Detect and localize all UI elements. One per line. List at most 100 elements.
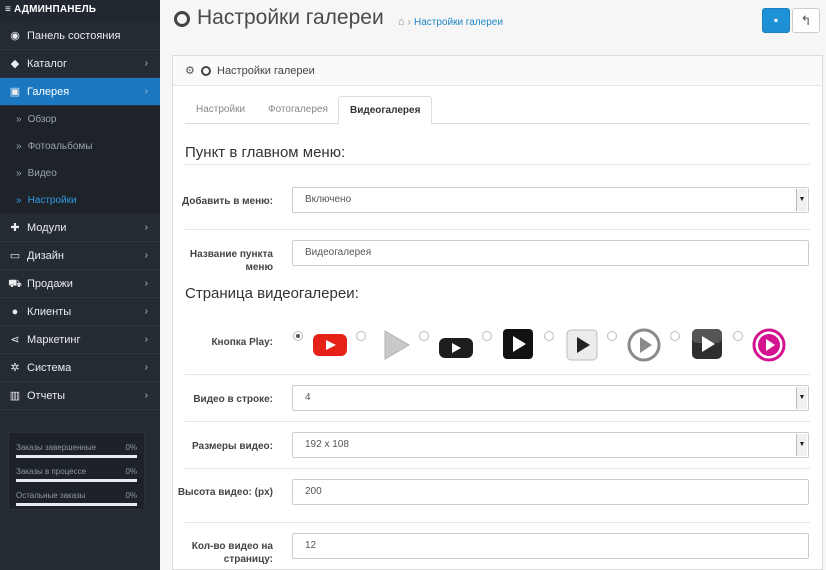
play-black-rounded-icon[interactable] [438, 335, 474, 364]
submenu-item-settings[interactable]: » Настройки [0, 187, 160, 214]
play-grey-circle-icon[interactable] [627, 328, 661, 365]
sidebar-item-marketing[interactable]: ⋖ Маркетинг › [0, 326, 160, 354]
add-to-menu-value: Включено [305, 194, 352, 205]
sidebar-item-label: Дизайн [27, 250, 64, 262]
chevron-right-icon: › [144, 250, 148, 261]
divider [185, 421, 810, 422]
order-stats: Заказы завершенные 0% Заказы в процессе 0% О… [8, 432, 145, 510]
play-black-square-icon[interactable] [502, 328, 534, 363]
image-icon: ▣ [9, 86, 21, 98]
videos-per-page-input[interactable]: 12 [292, 533, 809, 559]
double-chevron-icon: » [16, 114, 22, 125]
sidebar-item-label: Панель состояния [27, 30, 121, 42]
videos-per-row-select[interactable]: 4 ▼ [292, 385, 809, 411]
video-height-input[interactable]: 200 [292, 479, 809, 505]
divider [185, 229, 810, 230]
breadcrumb: ⌂ › Настройки галереи [398, 16, 503, 28]
order-stat: Заказы завершенные 0% [16, 438, 137, 462]
order-stat: Остальные заказы 0% [16, 486, 137, 510]
gallery-submenu: » Обзор » Фотоальбомы » Видео » Настройки [0, 106, 160, 214]
sidebar-nav: ◉ Панель состояния ◆ Каталог › ▣ Галерея › » Обзо… [0, 22, 160, 410]
add-to-menu-select[interactable]: Включено ▼ [292, 187, 809, 213]
chevron-right-icon: › [144, 222, 148, 233]
play-button-radio-5[interactable] [544, 331, 554, 341]
play-button-radio-7[interactable] [670, 331, 680, 341]
sidebar-item-system[interactable]: ✲ Система › [0, 354, 160, 382]
sidebar-item-label: Галерея [27, 86, 70, 98]
share-icon: ⋖ [10, 334, 20, 346]
submenu-item-label: Фотоальбомы [27, 141, 93, 152]
cog-icon: ✲ [10, 362, 20, 374]
order-stat-percent: 0% [125, 491, 137, 500]
order-stat-percent: 0% [125, 443, 137, 452]
order-stat-label: Заказы в процессе [16, 467, 87, 476]
sidebar-item-design[interactable]: ▭ Дизайн › [0, 242, 160, 270]
sidebar-item-dashboard[interactable]: ◉ Панель состояния [0, 22, 160, 50]
submenu-item-label: Настройки [27, 195, 77, 206]
panel-title: Настройки галереи [217, 65, 315, 77]
play-button-radio-8[interactable] [733, 331, 743, 341]
chevron-right-icon: › [144, 278, 148, 289]
sidebar-item-reports[interactable]: ▥ Отчеты › [0, 382, 160, 410]
play-grey-triangle-icon[interactable] [377, 327, 413, 366]
play-button-radio-4[interactable] [482, 331, 492, 341]
settings-panel: ⚙ Настройки галереи Настройки Фотогалере… [172, 55, 823, 570]
divider [185, 374, 810, 375]
play-button-label: Кнопка Play: [211, 337, 273, 348]
sidebar-item-catalog[interactable]: ◆ Каталог › [0, 50, 160, 78]
sidebar-item-sales[interactable]: ⛟ Продажи › [0, 270, 160, 298]
chevron-right-icon: › [144, 362, 148, 373]
sidebar-item-customers[interactable]: ● Клиенты › [0, 298, 160, 326]
page-title: Настройки галереи [197, 6, 384, 29]
play-button-radio-1[interactable] [293, 331, 303, 341]
tabs: Настройки Фотогалерея Видеогалерея [185, 96, 810, 125]
play-grey-square-icon[interactable] [566, 329, 598, 364]
order-stat-label: Заказы завершенные [16, 443, 97, 452]
breadcrumb-link-gallery-settings[interactable]: Настройки галереи [414, 17, 503, 28]
divider [185, 522, 810, 523]
play-button-radio-2[interactable] [356, 331, 366, 341]
double-chevron-icon: » [16, 195, 22, 206]
order-stat: Заказы в процессе 0% [16, 462, 137, 486]
sidebar-item-label: Модули [27, 222, 67, 234]
menu-name-input[interactable]: Видеогалерея [292, 240, 809, 266]
submenu-item-video[interactable]: » Видео [0, 160, 160, 187]
tab-settings[interactable]: Настройки [185, 96, 256, 124]
tab-video-gallery[interactable]: Видеогалерея [338, 96, 433, 125]
home-icon[interactable]: ⌂ [398, 16, 405, 28]
progress-bar [16, 503, 137, 506]
sidebar-item-label: Маркетинг [27, 334, 81, 346]
chevron-down-icon: ▼ [796, 189, 807, 211]
tab-photo-gallery[interactable]: Фотогалерея [257, 96, 339, 124]
play-dark-glossy-icon[interactable] [691, 328, 723, 363]
sidebar-item-label: Отчеты [27, 390, 66, 402]
videos-per-page-label: Кол-во видео на страницу: [191, 541, 273, 565]
double-chevron-icon: » [16, 168, 22, 179]
back-button[interactable]: ↰ [792, 8, 820, 33]
save-button[interactable]: ▪ [762, 8, 790, 33]
chevron-right-icon: › [144, 58, 148, 69]
video-size-select[interactable]: 192 x 108 ▼ [292, 432, 809, 458]
divider [185, 164, 810, 165]
reply-icon: ↰ [800, 13, 812, 28]
save-icon: ▪ [773, 13, 779, 27]
sidebar-item-label: Каталог [27, 58, 67, 70]
chevron-right-icon: › [144, 334, 148, 345]
monitor-icon: ▭ [9, 250, 21, 262]
sidebar-item-modules[interactable]: ✚ Модули › [0, 214, 160, 242]
sidebar-item-gallery[interactable]: ▣ Галерея › [0, 78, 160, 106]
play-magenta-circle-icon[interactable] [752, 328, 786, 365]
double-chevron-icon: » [16, 141, 22, 152]
admin-brand: ≡ АДМИНПАНЕЛЬ [0, 0, 160, 22]
circle-icon [174, 11, 190, 27]
submenu-item-overview[interactable]: » Обзор [0, 106, 160, 133]
chevron-down-icon: ▼ [796, 434, 807, 456]
play-button-radio-3[interactable] [419, 331, 429, 341]
play-button-radio-6[interactable] [607, 331, 617, 341]
chevron-right-icon: › [144, 86, 148, 97]
submenu-item-photo-albums[interactable]: » Фотоальбомы [0, 133, 160, 160]
cart-icon: ⛟ [8, 278, 22, 290]
chevron-right-icon: › [144, 306, 148, 317]
play-youtube-red-icon[interactable] [312, 332, 348, 361]
order-stat-percent: 0% [125, 467, 137, 476]
